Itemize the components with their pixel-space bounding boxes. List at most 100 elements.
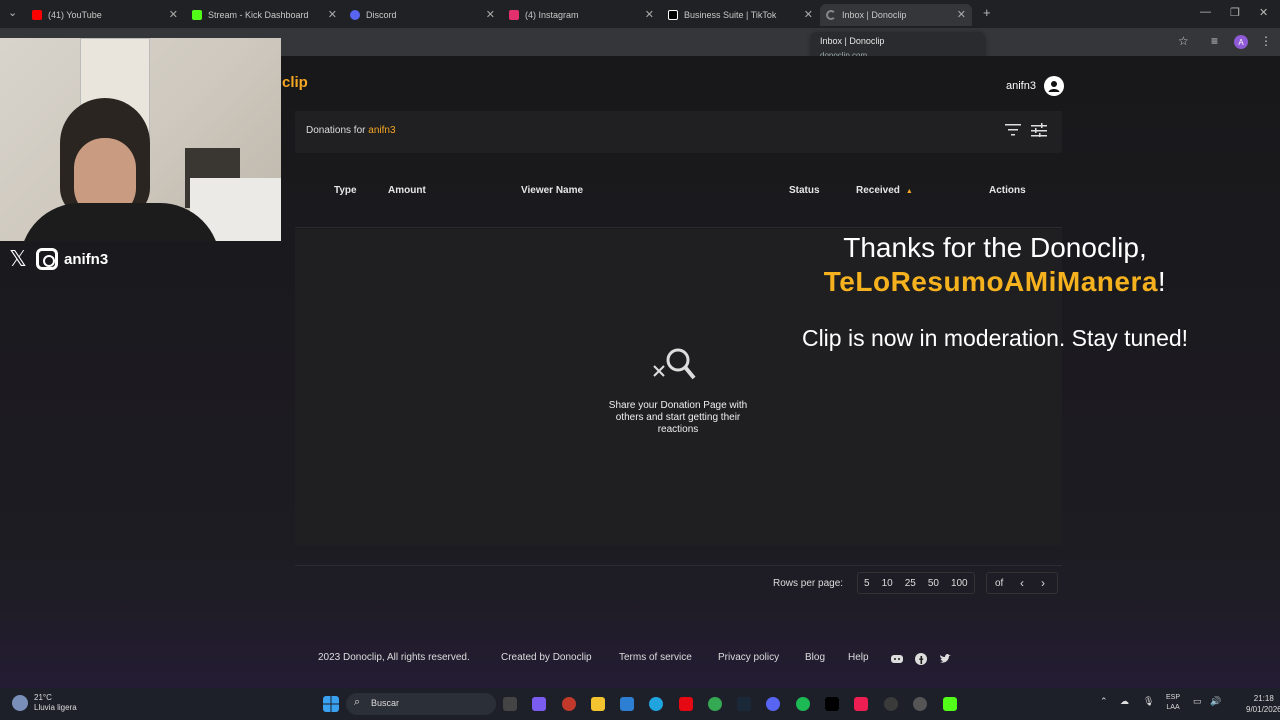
steam-icon[interactable] bbox=[737, 697, 751, 711]
new-tab-icon[interactable]: + bbox=[983, 5, 991, 20]
alert-donor: TeLoResumoAMiManera! bbox=[760, 266, 1230, 298]
menu-icon[interactable]: ⋮ bbox=[1260, 34, 1272, 48]
tab-youtube[interactable]: (41) YouTube ✕ bbox=[32, 4, 178, 26]
brand-logo[interactable]: clip bbox=[282, 74, 308, 91]
table-header: Type Amount Viewer Name Status Received ▲… bbox=[295, 168, 1062, 228]
mic-icon[interactable]: 🎙 bbox=[1143, 696, 1154, 707]
store-icon[interactable] bbox=[620, 697, 634, 711]
restore-icon[interactable]: ❐ bbox=[1230, 6, 1240, 19]
rows-option-10[interactable]: 10 bbox=[876, 578, 899, 589]
search-off-icon bbox=[653, 348, 696, 380]
rows-option-25[interactable]: 25 bbox=[899, 578, 922, 589]
chrome-icon[interactable] bbox=[708, 697, 722, 711]
privacy-link[interactable]: Privacy policy bbox=[718, 652, 779, 663]
title-user: anifn3 bbox=[368, 125, 396, 136]
rows-option-100[interactable]: 100 bbox=[945, 578, 974, 589]
windows-start-icon[interactable] bbox=[323, 696, 339, 712]
netflix-icon[interactable] bbox=[679, 697, 693, 711]
help-link[interactable]: Help bbox=[848, 652, 869, 663]
close-icon[interactable]: ✕ bbox=[486, 8, 495, 21]
app-icon-2[interactable] bbox=[884, 697, 898, 711]
weather-widget[interactable]: 21°C Lluvia ligera bbox=[12, 693, 77, 713]
user-menu[interactable]: anifn3 bbox=[1006, 76, 1064, 96]
clock-time: 21:18 bbox=[1253, 694, 1274, 703]
column-received-label: Received bbox=[856, 185, 900, 196]
volume-icon[interactable]: 🔊 bbox=[1210, 696, 1221, 707]
column-actions: Actions bbox=[989, 185, 1026, 196]
task-view-icon[interactable] bbox=[503, 697, 517, 711]
tab-tiktok[interactable]: Business Suite | TikTok ✕ bbox=[668, 4, 813, 26]
column-viewer-name[interactable]: Viewer Name bbox=[521, 185, 583, 196]
discord-icon[interactable] bbox=[891, 653, 903, 665]
instagram-logo-icon bbox=[36, 248, 58, 270]
blog-link[interactable]: Blog bbox=[805, 652, 825, 663]
tab-label: Stream - Kick Dashboard bbox=[208, 10, 309, 20]
twitter-icon[interactable] bbox=[939, 653, 951, 665]
tab-label: (41) YouTube bbox=[48, 10, 102, 20]
facebook-icon[interactable] bbox=[915, 653, 927, 665]
minimize-icon[interactable]: — bbox=[1200, 6, 1211, 18]
discord-taskbar-icon[interactable] bbox=[766, 697, 780, 711]
edge-icon[interactable] bbox=[649, 697, 663, 711]
tab-label: Inbox | Donoclip bbox=[842, 10, 907, 20]
close-icon[interactable]: ✕ bbox=[328, 8, 337, 21]
close-icon[interactable]: ✕ bbox=[957, 8, 966, 21]
copilot-icon[interactable] bbox=[532, 697, 546, 711]
filter-icon[interactable] bbox=[1005, 123, 1021, 137]
panel-title: Donations for anifn3 bbox=[306, 125, 396, 136]
network-icon[interactable]: ☁ bbox=[1120, 696, 1129, 707]
close-icon[interactable]: ✕ bbox=[804, 8, 813, 21]
tab-donoclip[interactable]: Inbox | Donoclip ✕ bbox=[820, 4, 972, 26]
search-placeholder: Buscar bbox=[371, 698, 400, 708]
rows-option-5[interactable]: 5 bbox=[858, 578, 876, 589]
weather-desc: Lluvia ligera bbox=[34, 703, 77, 712]
tab-discord[interactable]: Discord ✕ bbox=[350, 4, 495, 26]
search-icon: ⌕ bbox=[354, 696, 361, 708]
rows-option-50[interactable]: 50 bbox=[922, 578, 945, 589]
tab-label: (4) Instagram bbox=[525, 10, 579, 20]
youtube-icon bbox=[32, 10, 42, 20]
tiktok-taskbar-icon[interactable] bbox=[854, 697, 868, 711]
media-control-icon[interactable]: ≡ bbox=[1211, 34, 1218, 48]
tab-kick[interactable]: Stream - Kick Dashboard ✕ bbox=[192, 4, 337, 26]
created-by-link[interactable]: Created by Donoclip bbox=[501, 652, 592, 663]
social-handle-overlay: 𝕏 anifn3 bbox=[6, 246, 108, 272]
tab-instagram[interactable]: (4) Instagram ✕ bbox=[509, 4, 654, 26]
profile-avatar[interactable]: A bbox=[1234, 35, 1248, 49]
rows-per-page-options: 5 10 25 50 100 bbox=[857, 572, 975, 594]
tiktok-icon bbox=[668, 10, 678, 20]
column-type[interactable]: Type bbox=[334, 185, 357, 196]
windows-taskbar: 21°C Lluvia ligera ⌕ Buscar ⌃ ☁ 🎙 ESP LA… bbox=[0, 688, 1280, 720]
terms-link[interactable]: Terms of service bbox=[619, 652, 692, 663]
close-icon[interactable]: ✕ bbox=[169, 8, 178, 21]
bookmark-star-icon[interactable]: ☆ bbox=[1178, 34, 1189, 48]
tab-search-icon[interactable]: ⌄ bbox=[8, 6, 17, 19]
capcut-icon[interactable] bbox=[825, 697, 839, 711]
spotify-icon[interactable] bbox=[796, 697, 810, 711]
tray-overflow-icon[interactable]: ⌃ bbox=[1100, 696, 1108, 707]
file-explorer-icon[interactable] bbox=[591, 697, 605, 711]
settings-sliders-icon[interactable] bbox=[1031, 123, 1047, 137]
x-logo-icon: 𝕏 bbox=[9, 246, 27, 271]
input-language[interactable]: ESP LAA bbox=[1166, 693, 1180, 713]
column-received[interactable]: Received ▲ bbox=[856, 185, 913, 196]
close-icon[interactable]: ✕ bbox=[645, 8, 654, 21]
webcam-feed bbox=[0, 38, 281, 241]
tab-strip: ⌄ (41) YouTube ✕ Stream - Kick Dashboard… bbox=[0, 0, 1280, 28]
column-status[interactable]: Status bbox=[789, 185, 820, 196]
chevron-left-icon[interactable]: ‹ bbox=[1020, 576, 1024, 590]
taskbar-clock[interactable]: 21:18 9/01/2026 bbox=[1246, 693, 1280, 715]
instagram-icon bbox=[509, 10, 519, 20]
window-close-icon[interactable]: ✕ bbox=[1259, 6, 1268, 19]
chevron-right-icon[interactable]: › bbox=[1041, 576, 1045, 590]
taskbar-search[interactable]: ⌕ Buscar bbox=[346, 693, 496, 715]
empty-message: Share your Donation Page with others and… bbox=[608, 400, 748, 435]
column-amount[interactable]: Amount bbox=[388, 185, 426, 196]
obs-icon[interactable] bbox=[913, 697, 927, 711]
app-icon[interactable] bbox=[562, 697, 576, 711]
lang-bottom: LAA bbox=[1166, 704, 1180, 711]
kick-taskbar-icon[interactable] bbox=[943, 697, 957, 711]
display-icon[interactable]: ▭ bbox=[1193, 696, 1202, 707]
kick-icon bbox=[192, 10, 202, 20]
clock-date: 9/01/2026 bbox=[1246, 705, 1280, 714]
